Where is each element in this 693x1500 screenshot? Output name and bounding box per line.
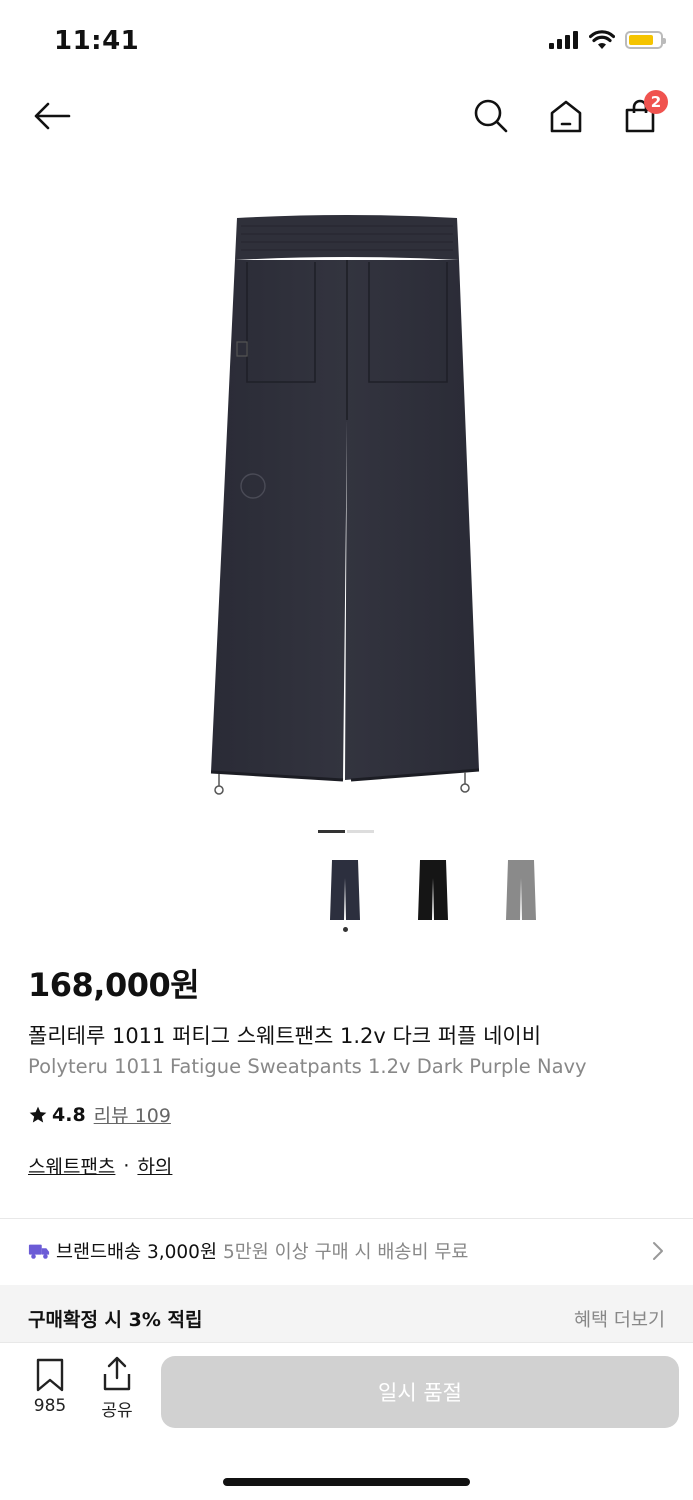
color-options	[320, 858, 546, 932]
share-button[interactable]: 공유	[90, 1356, 144, 1421]
back-button[interactable]	[30, 94, 74, 138]
delivery-truck-icon	[28, 1244, 50, 1259]
bookmark-count: 985	[33, 1396, 67, 1416]
search-button[interactable]	[469, 94, 513, 138]
review-link[interactable]: 리뷰 109	[94, 1101, 171, 1128]
bookmark-button[interactable]: 985	[22, 1358, 78, 1416]
color-option-gray[interactable]	[496, 858, 546, 922]
shipping-info-row[interactable]: 브랜드배송 3,000원 5만원 이상 구매 시 배송비 무료	[28, 1238, 665, 1264]
share-label: 공유	[101, 1401, 133, 1421]
product-name-english: Polyteru 1011 Fatigue Sweatpants 1.2v Da…	[28, 1055, 587, 1078]
black-pants-thumbnail	[418, 860, 448, 920]
back-arrow-icon	[34, 102, 71, 130]
wifi-icon	[589, 30, 615, 49]
status-icons	[549, 30, 666, 50]
sold-out-button[interactable]: 일시 품절	[161, 1356, 679, 1428]
star-icon	[29, 1106, 47, 1122]
rating-row: 4.8 리뷰 109	[28, 1101, 171, 1128]
gray-pants-thumbnail	[506, 860, 536, 920]
category-link-sweatpants[interactable]: 스웨트팬츠	[28, 1152, 115, 1179]
home-button[interactable]	[544, 94, 588, 138]
category-separator: ·	[123, 1154, 130, 1177]
chevron-right-icon	[653, 1242, 663, 1260]
home-indicator[interactable]	[223, 1478, 470, 1486]
selected-dot	[343, 927, 348, 932]
page-indicator-active	[318, 830, 345, 833]
product-name-korean: 폴리테루 1011 퍼티그 스웨트팬츠 1.2v 다크 퍼플 네이비	[28, 1024, 542, 1048]
category-breadcrumb: 스웨트팬츠 · 하의	[28, 1152, 172, 1179]
signal-icon	[549, 31, 578, 49]
home-icon	[550, 100, 582, 133]
page-indicator-inactive	[347, 830, 374, 833]
shipping-label: 브랜드배송 3,000원	[56, 1242, 217, 1263]
cart-button[interactable]: 2	[618, 90, 668, 138]
share-icon	[103, 1356, 131, 1391]
benefit-label: 구매확정 시 3% 적립	[28, 1309, 203, 1331]
sweatpants-image	[210, 215, 479, 795]
product-price: 168,000원	[28, 966, 200, 1004]
benefit-more-link[interactable]: 혜택 더보기	[574, 1306, 665, 1332]
bookmark-icon	[36, 1358, 64, 1392]
color-option-navy[interactable]	[320, 858, 370, 932]
cart-count-badge: 2	[644, 90, 668, 114]
status-time: 11:41	[54, 26, 140, 56]
battery-icon	[625, 31, 666, 49]
shipping-note: 5만원 이상 구매 시 배송비 무료	[222, 1242, 469, 1263]
bottom-bar-divider	[0, 1342, 693, 1343]
navy-pants-thumbnail	[330, 860, 360, 920]
rating-score: 4.8	[52, 1103, 86, 1126]
category-link-bottoms[interactable]: 하의	[137, 1152, 172, 1179]
search-icon	[474, 99, 508, 133]
image-page-indicator	[318, 830, 374, 833]
divider	[0, 1218, 693, 1219]
product-image[interactable]	[0, 160, 693, 820]
color-option-black[interactable]	[408, 858, 458, 922]
